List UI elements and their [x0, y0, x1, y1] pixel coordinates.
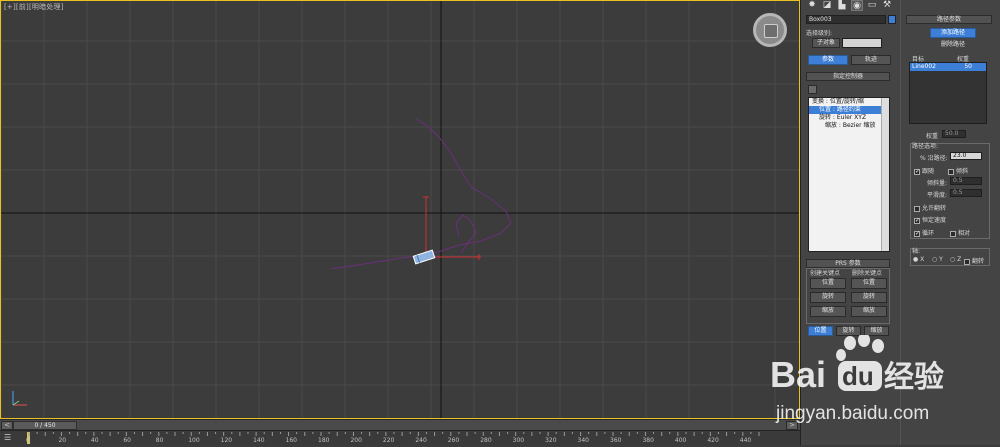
motion-icon[interactable]: ◉ — [851, 0, 863, 11]
delete-rotation-key-button[interactable]: 旋转 — [851, 292, 887, 303]
ruler-tick-label: 360 — [610, 437, 622, 444]
tree-row-rotation[interactable]: 旋转 : Euler XYZ — [809, 114, 889, 122]
percent-along-path-spinner[interactable]: 23.0 — [950, 152, 982, 160]
smoothness-spinner[interactable]: 0.5 — [950, 189, 982, 197]
time-slider[interactable]: 0 / 450 — [13, 421, 77, 430]
ruler-tick-label: 120 — [220, 437, 233, 444]
delete-scale-key-button[interactable]: 缩放 — [851, 306, 887, 317]
path-spline — [330, 118, 512, 270]
tree-row-scale[interactable]: 缩放 : Bezier 缩放 — [809, 122, 889, 130]
axis-y-radio[interactable]: ○ Y — [932, 256, 943, 263]
create-scale-key-button[interactable]: 缩放 — [810, 306, 846, 317]
baidu-jingyan-watermark: Bai du 经验 jingyan.baidu.com — [768, 333, 1000, 445]
path-target-row[interactable]: Line002 50 — [910, 63, 986, 71]
ruler-tick-label: 440 — [739, 437, 752, 444]
ruler-tick-label: 160 — [285, 437, 297, 444]
delete-key-label: 删除关键点 — [852, 270, 883, 277]
path-options-label: 路径选项: — [912, 143, 939, 150]
loop-checkbox[interactable]: ✓ 循环 — [914, 228, 934, 237]
viewport-label[interactable]: [+][前][明暗处理] — [4, 2, 64, 12]
bank-amount-spinner[interactable]: 0.5 — [950, 177, 982, 185]
relative-checkbox[interactable]: 相对 — [950, 228, 970, 237]
viewport-grid — [1, 1, 799, 418]
viewcube-icon[interactable] — [753, 13, 787, 47]
flip-checkbox[interactable]: 翻转 — [964, 256, 984, 265]
tree-row-transform[interactable]: 变换 : 位置/旋转/缩 — [809, 98, 889, 106]
tree-scrollbar[interactable] — [881, 98, 889, 251]
svg-text:经验: 经验 — [884, 360, 944, 395]
assign-controller-icon[interactable] — [808, 85, 817, 94]
create-key-label: 创建关键点 — [810, 270, 841, 277]
box-object — [412, 249, 436, 265]
create-position-key-button[interactable]: 位置 — [810, 278, 846, 289]
delete-position-key-button[interactable]: 位置 — [851, 278, 887, 289]
ruler-tick-label: 200 — [350, 437, 362, 444]
path-target-list[interactable]: Line002 50 — [909, 62, 987, 124]
percent-along-path-label: % 沿路径: — [920, 155, 948, 162]
select-level-label: 选择级别: — [806, 30, 833, 37]
ruler-tick-label: 420 — [707, 437, 719, 444]
follow-checkbox[interactable]: ✓ 跟随 — [914, 166, 934, 175]
assign-controller-rollout[interactable]: 指定控制器 — [806, 72, 890, 81]
ruler-tick-label: 80 — [155, 437, 164, 444]
hierarchy-icon[interactable]: ▙ — [836, 0, 848, 11]
controller-tree[interactable]: 变换 : 位置/旋转/缩 位置 : 路径约束 旋转 : Euler XYZ 缩放… — [808, 97, 890, 252]
constant-velocity-checkbox[interactable]: ✓ 恒定速度 — [914, 215, 946, 224]
ruler-tick-label: 140 — [253, 437, 265, 444]
weight-spinner[interactable]: 50.0 — [942, 130, 966, 138]
add-path-button[interactable]: 添加路径 — [930, 28, 976, 38]
front-viewport[interactable]: [+][前][明暗处理] — [0, 0, 800, 419]
path-spline-loop — [455, 214, 477, 254]
track-ruler[interactable]: ☰ 0 20 40 60 80 100 120 140 160 180 200 220 240 260 28… — [0, 430, 800, 445]
display-icon[interactable]: ▭ — [866, 0, 878, 11]
ruler-tick-label: 300 — [512, 437, 525, 444]
allow-flip-checkbox[interactable]: 允许翻转 — [914, 203, 946, 212]
axis-x-radio[interactable]: ● X — [913, 256, 924, 263]
ruler-tick-label: 0 — [26, 437, 30, 444]
ruler-tick-label: 180 — [318, 437, 330, 444]
modify-icon[interactable]: ◪ — [821, 0, 833, 11]
delete-path-button[interactable]: 删除路径 — [930, 40, 976, 50]
create-rotation-key-button[interactable]: 旋转 — [810, 292, 846, 303]
ruler-tick-label: 220 — [382, 437, 395, 444]
ruler-tick-label: 320 — [545, 437, 557, 444]
svg-text:du: du — [842, 361, 874, 391]
axis-label: 轴: — [912, 248, 921, 255]
create-icon[interactable]: ✸ — [806, 0, 818, 11]
time-slider-bar[interactable]: < 0 / 450 > — [0, 419, 800, 430]
svg-text:jingyan.baidu.com: jingyan.baidu.com — [775, 403, 929, 424]
object-color-swatch[interactable] — [888, 15, 896, 24]
params-button[interactable]: 参数 — [808, 55, 848, 65]
trajectory-button[interactable]: 轨迹 — [851, 55, 891, 65]
ruler-tick-label: 240 — [415, 437, 427, 444]
svg-text:Bai: Bai — [770, 354, 826, 395]
object-name-field[interactable]: Box003 — [806, 15, 886, 24]
prev-frame-icon[interactable]: < — [1, 421, 13, 430]
prs-params-rollout[interactable]: PRS 参数 — [806, 259, 890, 268]
sub-object-dropdown[interactable] — [842, 38, 882, 48]
axis-z-radio[interactable]: ○ Z — [950, 256, 961, 263]
ruler-tick-label: 100 — [188, 437, 200, 444]
ruler-tick-label: 400 — [674, 437, 687, 444]
ruler-tick-label: 260 — [447, 437, 460, 444]
ruler-tick-label: 20 — [58, 437, 67, 444]
ruler-tick-label: 280 — [480, 437, 492, 444]
axis-tripod-icon — [12, 391, 27, 406]
ruler-tick-label: 40 — [90, 437, 99, 444]
path-params-rollout[interactable]: 路径参数 — [906, 15, 992, 24]
bank-amount-label: 倾斜量: — [927, 180, 948, 187]
smoothness-label: 平滑度: — [927, 192, 948, 199]
ruler-tick-label: 380 — [642, 437, 654, 444]
sub-object-button[interactable]: 子对象 — [812, 38, 840, 48]
ruler-tick-label: 340 — [577, 437, 589, 444]
utilities-icon[interactable]: ⚒ — [881, 0, 893, 11]
bank-checkbox[interactable]: 倾斜 — [948, 166, 968, 175]
tree-row-position[interactable]: 位置 : 路径约束 — [809, 106, 889, 114]
weight-field-label: 权重 — [926, 133, 939, 140]
command-panel-tabs: ✸ ◪ ▙ ◉ ▭ ⚒ — [803, 0, 899, 12]
ruler-tick-label: 60 — [123, 437, 131, 444]
